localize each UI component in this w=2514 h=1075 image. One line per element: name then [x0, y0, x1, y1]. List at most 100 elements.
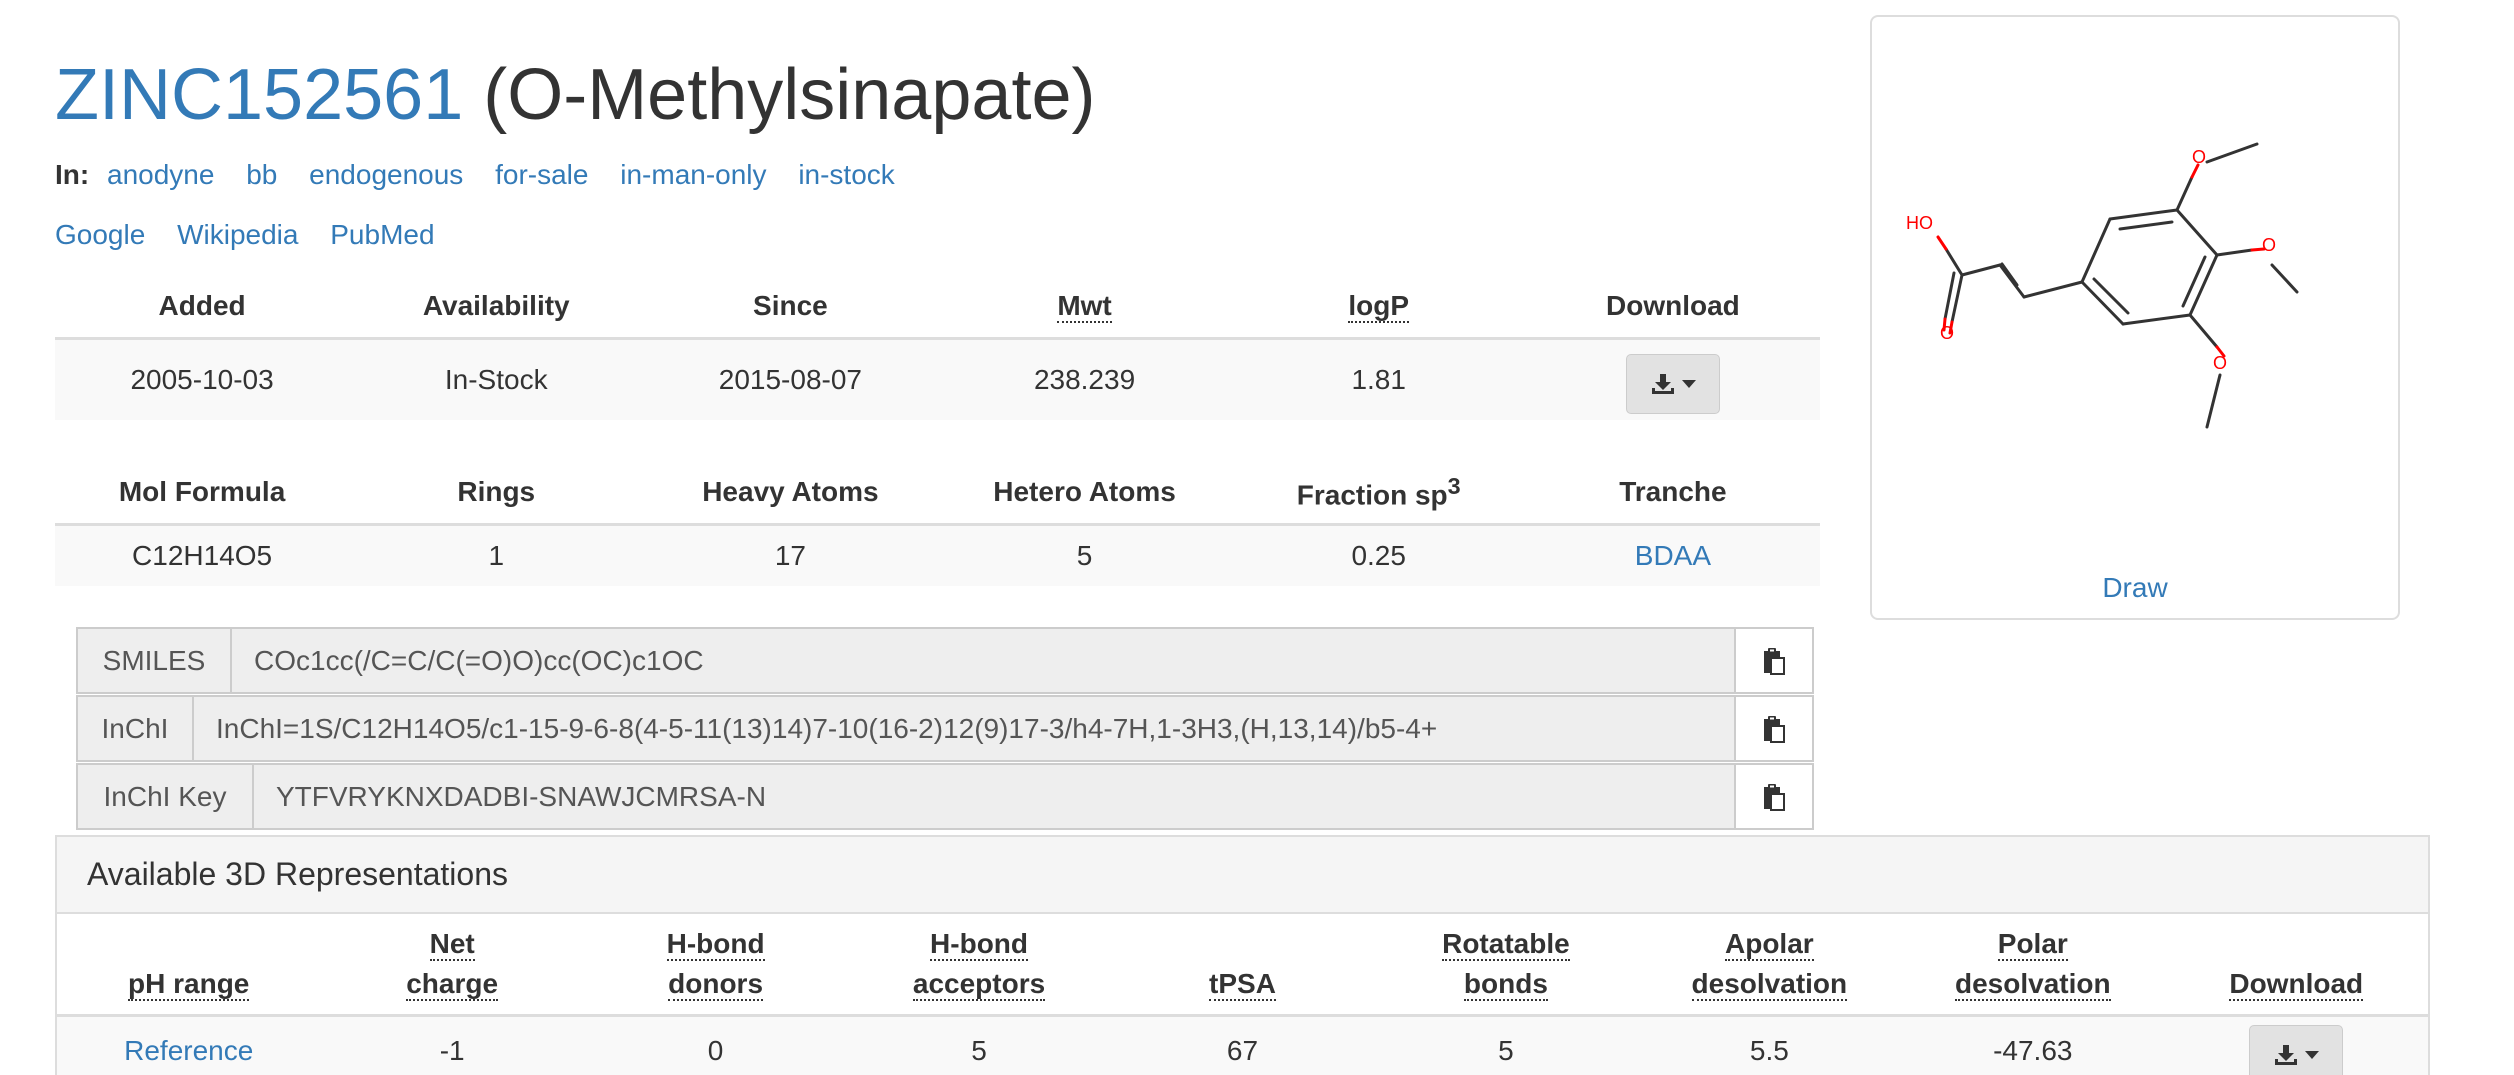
draw-container: Draw [1872, 572, 2398, 604]
header-mol-formula: Mol Formula [55, 461, 350, 526]
download-icon [2275, 1045, 2298, 1065]
table-header-row: Mol Formula Rings Heavy Atoms Hetero Ato… [55, 461, 1820, 526]
header-ph-range: pH range [57, 914, 321, 1017]
table-header-row: pH range Net charge H-bond donors H-bond ac… [57, 914, 2428, 1017]
header-hetero-atoms: Hetero Atoms [937, 461, 1232, 526]
atom-label-o: O [2262, 235, 2276, 255]
header-tpsa: tPSA [1110, 914, 1375, 1017]
apolar-line1: Apolar [1725, 928, 1814, 961]
header-rotatable: Rotatable bonds [1374, 914, 1638, 1017]
tag-bb[interactable]: bb [246, 159, 277, 190]
smiles-row: SMILES COc1cc(/C=C/C(=O)O)cc(OC)c1OC [76, 627, 1814, 694]
pubmed-link[interactable]: PubMed [330, 219, 434, 250]
representations-table: pH range Net charge H-bond donors H-bond ac… [57, 914, 2428, 1075]
tranche-cell: BDAA [1525, 524, 1820, 586]
atom-label-ho: HO [1906, 213, 1933, 233]
structure-image-box: HO O O O O Draw [1870, 15, 2400, 620]
table-header-row: Added Availability Since Mwt logP Downlo… [55, 275, 1820, 340]
tpsa-value: 67 [1110, 1015, 1375, 1075]
header-mwt: Mwt [937, 275, 1232, 340]
header-hba: H-bond acceptors [847, 914, 1111, 1017]
header-fraction-sp3: Fraction sp3 [1231, 461, 1526, 526]
properties-table-1: Added Availability Since Mwt logP Downlo… [55, 275, 1820, 420]
inchi-field[interactable]: InChI=1S/C12H14O5/c1-15-9-6-8(4-5-11(13)… [194, 695, 1736, 762]
zinc-id-link[interactable]: ZINC152561 [55, 55, 463, 135]
tag-anodyne[interactable]: anodyne [107, 159, 214, 190]
tag-endogenous[interactable]: endogenous [309, 159, 463, 190]
inchi-row: InChI InChI=1S/C12H14O5/c1-15-9-6-8(4-5-… [76, 695, 1814, 762]
header-availability: Availability [349, 275, 644, 340]
ph-range-abbr: pH range [128, 968, 250, 1001]
inchi-label: InChI [76, 695, 194, 762]
fraction-superscript: 3 [1447, 472, 1461, 499]
table-row: Reference -1 0 5 67 5 5.5 -47.63 [57, 1015, 2428, 1075]
google-link[interactable]: Google [55, 219, 145, 250]
hetero-atoms-value: 5 [937, 524, 1232, 586]
header-net-charge: Net charge [320, 914, 584, 1017]
header-added: Added [55, 275, 350, 340]
draw-link[interactable]: Draw [2102, 572, 2167, 603]
download-cell [1525, 338, 1820, 420]
inchikey-field[interactable]: YTFVRYKNXDADBI-SNAWJCMRSA-N [254, 763, 1736, 830]
atom-label-o: O [1940, 323, 1954, 343]
fraction-label: Fraction sp [1296, 479, 1448, 511]
mol-formula-value: C12H14O5 [55, 524, 350, 586]
polar-value: -47.63 [1901, 1015, 2165, 1075]
wikipedia-link[interactable]: Wikipedia [177, 219, 298, 250]
compound-name: (O-Methylsinapate) [483, 55, 1096, 135]
net-charge-line1: Net [429, 928, 475, 961]
reference-link[interactable]: Reference [124, 1035, 253, 1066]
header-polar: Polar desolvation [1901, 914, 2165, 1017]
hbd-line1: H-bond [666, 928, 765, 961]
atom-label-o: O [2192, 147, 2206, 167]
table-row: C12H14O5 1 17 5 0.25 BDAA [55, 524, 1820, 586]
availability-value: In-Stock [349, 338, 644, 420]
page-title: ZINC152561 (O-Methylsinapate) [55, 52, 1095, 138]
mwt-value: 238.239 [937, 338, 1232, 420]
added-value: 2005-10-03 [55, 338, 350, 420]
header-heavy-atoms: Heavy Atoms [643, 461, 938, 526]
hbd-value: 0 [583, 1015, 848, 1075]
header-hbd: H-bond donors [583, 914, 848, 1017]
apolar-line2: desolvation [1691, 968, 1848, 1001]
hba-line1: H-bond [930, 928, 1029, 961]
since-value: 2015-08-07 [643, 338, 938, 420]
logp-value: 1.81 [1231, 338, 1526, 420]
smiles-field[interactable]: COc1cc(/C=C/C(=O)O)cc(OC)c1OC [232, 627, 1736, 694]
rings-value: 1 [349, 524, 644, 586]
download-3d-dropdown-button[interactable] [2249, 1025, 2344, 1075]
copy-inchikey-button[interactable] [1736, 763, 1814, 830]
header-logp: logP [1231, 275, 1526, 340]
hba-line2: acceptors [912, 968, 1046, 1001]
mwt-abbr: Mwt [1057, 290, 1112, 323]
download-3d-cell [2164, 1015, 2428, 1075]
external-links: Google Wikipedia PubMed [55, 218, 459, 252]
copy-inchi-button[interactable] [1736, 695, 1814, 762]
header-rings: Rings [349, 461, 644, 526]
net-charge-value: -1 [320, 1015, 584, 1075]
smiles-label: SMILES [76, 627, 232, 694]
net-charge-line2: charge [406, 968, 499, 1001]
fraction-sp3-value: 0.25 [1231, 524, 1526, 586]
logp-abbr: logP [1348, 290, 1410, 323]
download-dropdown-button[interactable] [1625, 354, 1720, 414]
rotatable-value: 5 [1374, 1015, 1638, 1075]
tag-in-man-only[interactable]: in-man-only [620, 159, 766, 190]
apolar-value: 5.5 [1637, 1015, 1902, 1075]
header-download: Download [1525, 275, 1820, 340]
panel-heading: Available 3D Representations [57, 837, 2428, 914]
atom-label-o: O [2213, 353, 2227, 373]
copy-smiles-button[interactable] [1736, 627, 1814, 694]
tag-in-stock[interactable]: in-stock [798, 159, 894, 190]
polar-line2: desolvation [1954, 968, 2111, 1001]
heavy-atoms-value: 17 [643, 524, 938, 586]
tag-for-sale[interactable]: for-sale [495, 159, 588, 190]
molecule-structure-image: HO O O O O [1906, 142, 2299, 429]
clipboard-icon [1764, 783, 1785, 811]
tpsa-abbr: tPSA [1209, 968, 1276, 1001]
tranche-link[interactable]: BDAA [1635, 540, 1711, 571]
inchikey-label: InChI Key [76, 763, 254, 830]
clipboard-icon [1764, 715, 1785, 743]
hbd-line2: donors [668, 968, 764, 1001]
inchikey-row: InChI Key YTFVRYKNXDADBI-SNAWJCMRSA-N [76, 763, 1814, 830]
